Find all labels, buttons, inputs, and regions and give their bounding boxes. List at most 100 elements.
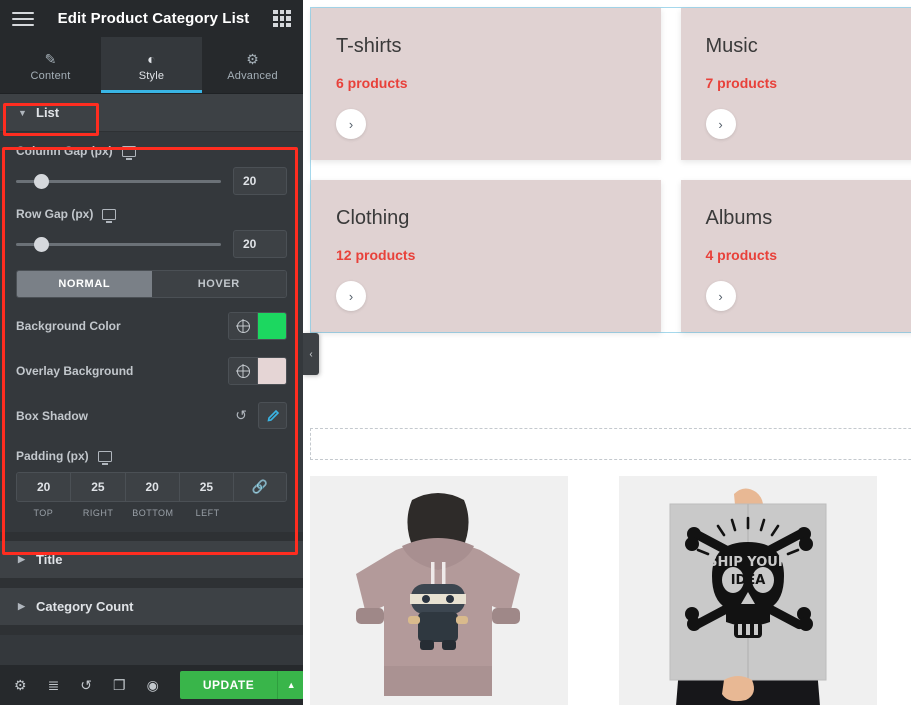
section-divider: [0, 626, 303, 635]
padding-bottom-input[interactable]: 20: [125, 473, 179, 501]
box-shadow-label: Box Shadow: [16, 408, 89, 423]
padding-right-input[interactable]: 25: [71, 473, 125, 501]
gear-icon: ⚙: [246, 51, 259, 67]
elementor-editor: Edit Product Category List ✎ Content ◐ S…: [0, 0, 911, 705]
chevron-right-icon[interactable]: ›: [705, 109, 736, 139]
chevron-right-icon[interactable]: ›: [336, 109, 366, 139]
section-label-title: Title: [36, 552, 63, 567]
background-color-control: [228, 312, 287, 340]
slider-knob[interactable]: [34, 236, 49, 252]
product-category-list-widget[interactable]: T-shirts 6 products › Music 7 products ›…: [310, 7, 911, 333]
section-header-title[interactable]: ▶ Title: [0, 541, 303, 579]
panel-header: Edit Product Category List: [0, 0, 303, 37]
editor-panel: Edit Product Category List ✎ Content ◐ S…: [0, 0, 305, 705]
category-card-tshirts[interactable]: T-shirts 6 products ›: [311, 8, 661, 160]
tab-style[interactable]: ◐ Style: [101, 37, 202, 93]
settings-gear-icon[interactable]: ⚙: [14, 678, 27, 692]
monitor-icon[interactable]: [97, 450, 112, 465]
category-title: Clothing: [336, 207, 410, 229]
globe-icon[interactable]: [229, 313, 258, 339]
padding-sublabels: TOP RIGHT BOTTOM LEFT: [16, 502, 287, 518]
category-card-clothing[interactable]: Clothing 12 products ›: [311, 180, 661, 332]
reset-icon[interactable]: ↺: [235, 407, 247, 424]
panel-collapse-handle[interactable]: ‹: [303, 333, 319, 375]
chevron-right-icon[interactable]: ›: [705, 281, 736, 311]
row-gap-input[interactable]: 20: [233, 230, 287, 258]
globe-icon[interactable]: [229, 358, 258, 384]
category-card-albums[interactable]: Albums 4 products ›: [680, 180, 911, 332]
product-images-row: SHIP YOUR IDEA: [310, 476, 877, 705]
poster-ship-your-idea-product-image[interactable]: SHIP YOUR IDEA: [619, 476, 877, 705]
padding-right-cell: 25: [71, 473, 126, 501]
tab-advanced-label: Advanced: [227, 70, 278, 82]
background-color-label: Background Color: [16, 319, 121, 333]
category-count: 4 products: [705, 247, 778, 263]
state-tab-normal[interactable]: NORMAL: [17, 271, 152, 297]
category-count: 12 products: [336, 247, 416, 263]
widgets-grid-icon[interactable]: [273, 9, 291, 28]
padding-label-row: Padding (px): [16, 449, 287, 465]
padding-label: Padding (px): [16, 449, 89, 463]
control-box-shadow: Box Shadow ↺: [16, 402, 287, 429]
chevron-right-icon: ▶: [18, 601, 25, 611]
control-column-gap: Column Gap (px) 20: [16, 144, 287, 195]
pencil-icon: ✎: [44, 51, 57, 67]
overlay-background-label: Overlay Background: [16, 364, 134, 378]
panel-title: Edit Product Category List: [57, 10, 250, 27]
chevron-down-icon: ▼: [18, 107, 27, 118]
section-header-list[interactable]: ▼ List: [0, 94, 303, 132]
padding-link-label: [235, 502, 287, 518]
column-gap-slider[interactable]: [16, 173, 221, 189]
monitor-icon[interactable]: [121, 145, 136, 160]
section-label-list: List: [36, 105, 60, 120]
box-shadow-control: ↺: [235, 402, 287, 429]
panel-body: ▼ List Column Gap (px) 20 Row Gap (px) 2…: [0, 94, 303, 665]
category-count: 6 products: [336, 75, 408, 91]
panel-tabs: ✎ Content ◐ Style ⚙ Advanced: [0, 37, 303, 94]
padding-top-cell: 20: [17, 473, 72, 501]
column-gap-input[interactable]: 20: [233, 167, 287, 195]
state-tabs: NORMAL HOVER: [16, 270, 287, 298]
column-gap-row: 20: [16, 167, 287, 195]
monitor-icon[interactable]: [102, 208, 117, 223]
navigator-layers-icon[interactable]: ≣: [48, 678, 60, 692]
padding-left-input[interactable]: 25: [179, 473, 233, 501]
row-gap-label: Row Gap (px): [16, 207, 94, 221]
chevron-right-icon[interactable]: ›: [336, 281, 366, 311]
section-header-category-count[interactable]: ▶ Category Count: [0, 588, 303, 626]
add-section-drop-zone[interactable]: +: [310, 428, 911, 460]
column-gap-label-row: Column Gap (px): [16, 144, 287, 160]
category-title: Albums: [705, 207, 773, 229]
preview-eye-icon[interactable]: ◉: [147, 678, 159, 692]
contrast-icon: ◐: [147, 51, 156, 67]
overlay-background-swatch[interactable]: [258, 358, 286, 384]
poster-text-top: SHIP YOUR: [708, 555, 788, 570]
state-tab-hover[interactable]: HOVER: [151, 271, 286, 297]
padding-bottom-cell: 20: [125, 473, 180, 501]
category-title: T-shirts: [336, 35, 402, 57]
box-shadow-edit-pencil-icon[interactable]: [258, 402, 287, 429]
link-values-icon[interactable]: 🔗: [234, 473, 286, 501]
padding-top-input[interactable]: 20: [17, 473, 71, 501]
slider-knob[interactable]: [34, 173, 49, 189]
history-icon[interactable]: ↺: [80, 678, 92, 692]
background-color-swatch[interactable]: [258, 313, 286, 339]
padding-link-cell: 🔗: [234, 473, 286, 501]
tab-style-label: Style: [138, 70, 165, 82]
category-grid: T-shirts 6 products › Music 7 products ›…: [311, 8, 911, 332]
row-gap-slider[interactable]: [16, 236, 221, 252]
row-gap-row: 20: [16, 230, 287, 258]
responsive-mode-icon[interactable]: ❐: [113, 678, 126, 692]
update-options-caret-icon[interactable]: ▲: [277, 671, 305, 699]
update-button[interactable]: UPDATE: [179, 671, 278, 699]
padding-left-label: LEFT: [195, 508, 220, 518]
tab-content[interactable]: ✎ Content: [0, 37, 101, 93]
category-card-music[interactable]: Music 7 products ›: [680, 8, 911, 160]
hamburger-menu-icon[interactable]: [12, 11, 34, 26]
tab-content-label: Content: [30, 70, 71, 82]
category-count: 7 products: [705, 75, 778, 91]
padding-bottom-label: BOTTOM: [132, 508, 174, 518]
hoodie-ninja-product-image[interactable]: [310, 476, 568, 705]
section-divider: [0, 579, 303, 588]
tab-advanced[interactable]: ⚙ Advanced: [202, 37, 303, 93]
